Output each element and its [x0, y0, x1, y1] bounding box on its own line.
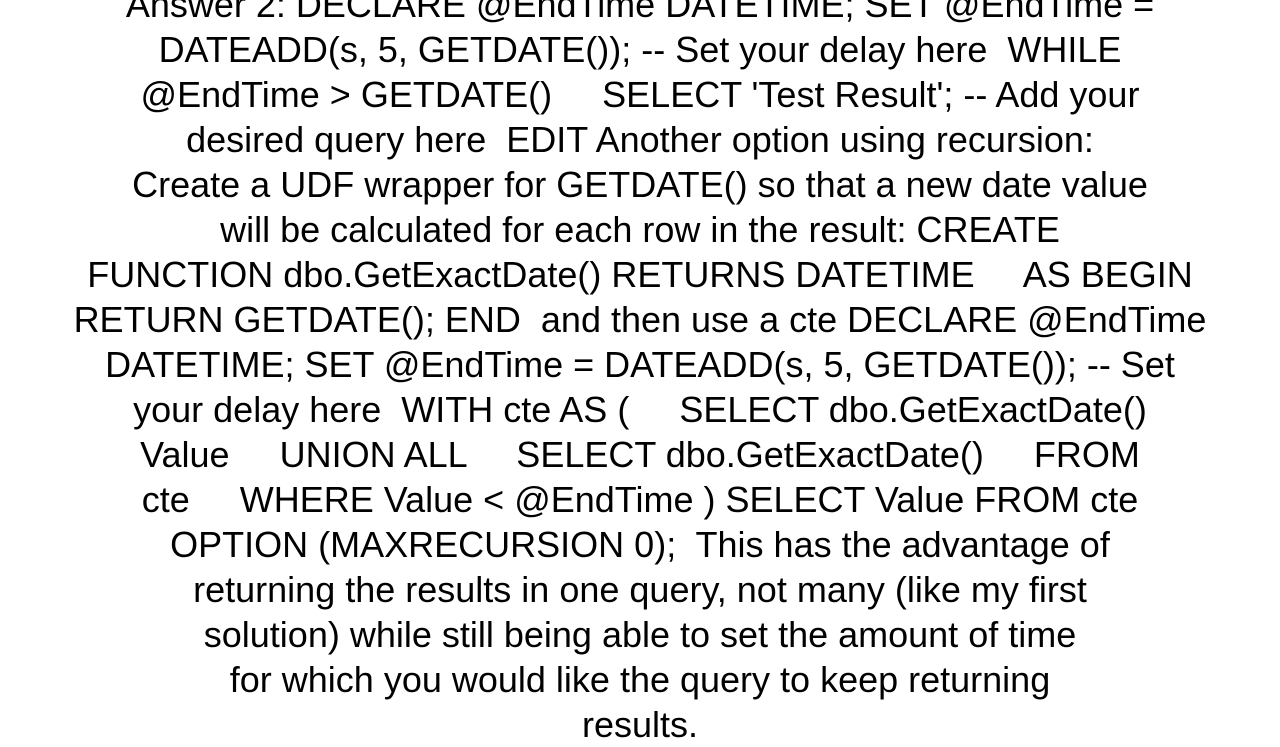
text-line: cte WHERE Value < @EndTime ) SELECT Valu… [141, 479, 1139, 520]
text-line: solution) while still being able to set … [203, 614, 1077, 655]
text-line: results. [581, 704, 699, 745]
answer-text-block: Answer 2: DECLARE @EndTime DATETIME; SET… [0, 0, 1280, 747]
text-line: FUNCTION dbo.GetExactDate() RETURNS DATE… [87, 254, 1193, 295]
text-line: Answer 2: DECLARE @EndTime DATETIME; SET… [125, 0, 1155, 25]
text-line: Value UNION ALL SELECT dbo.GetExactDate(… [140, 434, 1140, 475]
text-line: @EndTime > GETDATE() SELECT 'Test Result… [140, 74, 1140, 115]
text-line: Create a UDF wrapper for GETDATE() so th… [132, 164, 1148, 205]
text-line: returning the results in one query, not … [193, 569, 1087, 610]
text-line: your delay here WITH cte AS ( SELECT dbo… [133, 389, 1147, 430]
text-line: for which you would like the query to ke… [229, 659, 1051, 700]
text-line: DATETIME; SET @EndTime = DATEADD(s, 5, G… [105, 344, 1175, 385]
text-line: DATEADD(s, 5, GETDATE()); -- Set your de… [158, 29, 1122, 70]
text-line: OPTION (MAXRECURSION 0); This has the ad… [170, 524, 1110, 565]
text-line: desired query here EDIT Another option u… [186, 119, 1094, 160]
text-line: RETURN GETDATE(); END and then use a cte… [73, 299, 1207, 340]
text-line: will be calculated for each row in the r… [220, 209, 1060, 250]
